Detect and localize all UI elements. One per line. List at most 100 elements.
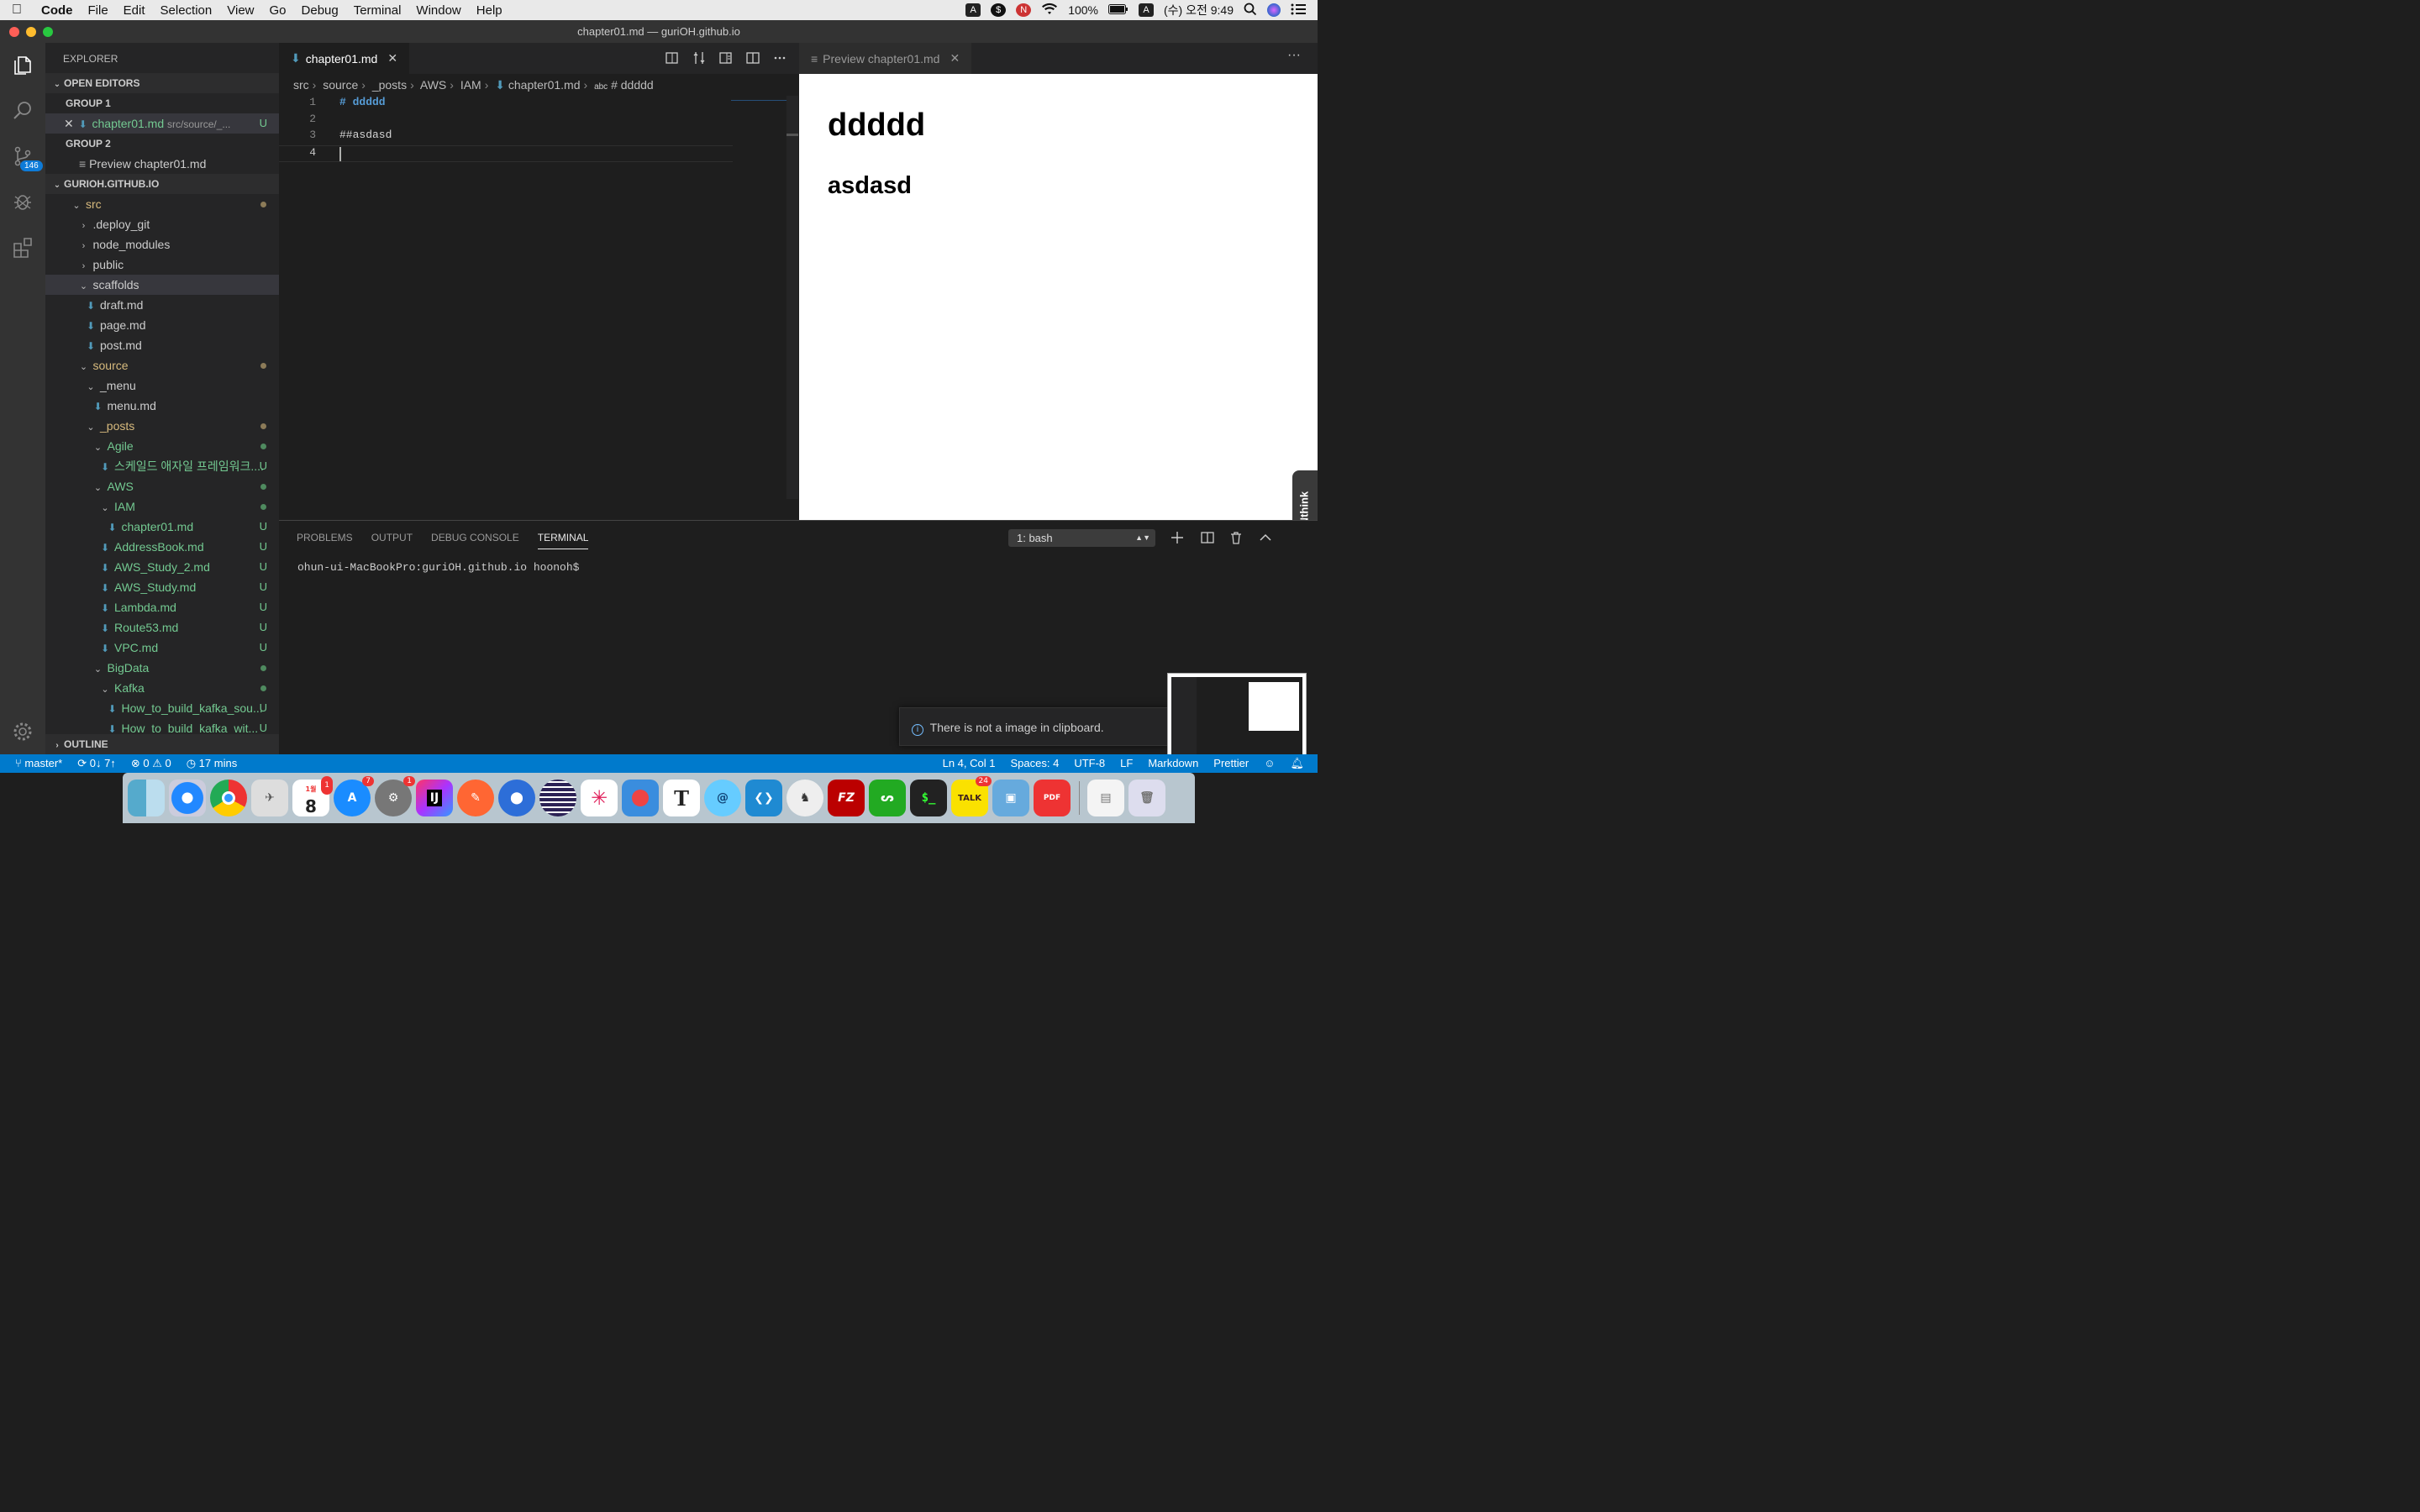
- debug-activity[interactable]: [0, 179, 45, 224]
- workspace-section[interactable]: ⌄ GURIOH.GITHUB.IO: [45, 174, 279, 194]
- intellij-icon[interactable]: IJ: [416, 780, 453, 816]
- file-tree-item[interactable]: ⬇ post.md: [45, 335, 279, 355]
- tab-problems[interactable]: PROBLEMS: [297, 532, 353, 543]
- editor-scrollbar[interactable]: [786, 96, 798, 499]
- menu-go[interactable]: Go: [262, 3, 294, 18]
- file-tree-item[interactable]: ⬇ VPC.md U: [45, 638, 279, 658]
- problems-status[interactable]: ⊗ 0 ⚠ 0: [131, 757, 171, 770]
- file-tree-item[interactable]: ⌄ src: [45, 194, 279, 214]
- outline-section[interactable]: › OUTLINE: [45, 734, 279, 754]
- code-area[interactable]: 1 # ddddd 2 3 ##asdasd 4: [279, 96, 799, 516]
- menubar-clock[interactable]: (수) 오전 9:49: [1164, 2, 1234, 18]
- language-mode[interactable]: Markdown: [1148, 757, 1198, 770]
- notification-toast[interactable]: i There is not a image in clipboard.: [899, 707, 1168, 746]
- open-changes-icon[interactable]: [692, 50, 707, 66]
- tab-debug-console[interactable]: DEBUG CONSOLE: [431, 532, 519, 543]
- menu-debug[interactable]: Debug: [294, 3, 346, 18]
- apple-menu-icon[interactable]: : [0, 3, 34, 18]
- notification-center-icon[interactable]: [1291, 3, 1306, 18]
- tab-terminal[interactable]: TERMINAL: [537, 526, 589, 549]
- wakatime-status[interactable]: ◷ 17 mins: [187, 757, 238, 770]
- extensions-activity[interactable]: [0, 224, 45, 270]
- trash-icon[interactable]: [1228, 530, 1244, 545]
- minimap[interactable]: [731, 96, 786, 101]
- chrome-icon[interactable]: [210, 780, 247, 816]
- file-tree-item[interactable]: ⌄ _menu: [45, 375, 279, 396]
- breadcrumb-item[interactable]: chapter01.md: [508, 78, 581, 92]
- file-tree-item[interactable]: ⌄ BigData: [45, 658, 279, 678]
- paw-icon[interactable]: ✎: [457, 780, 494, 816]
- new-terminal-icon[interactable]: [1170, 530, 1185, 545]
- filezilla-icon[interactable]: FZ: [828, 780, 865, 816]
- file-tree-item[interactable]: ⬇ menu.md: [45, 396, 279, 416]
- file-tree-item[interactable]: › node_modules: [45, 234, 279, 255]
- close-tab-icon[interactable]: ✕: [387, 51, 397, 66]
- indentation[interactable]: Spaces: 4: [1010, 757, 1059, 770]
- ical-icon[interactable]: [622, 780, 659, 816]
- system-preferences-icon[interactable]: ⚙ 1: [375, 776, 415, 816]
- file-tree-item[interactable]: ⬇ 스케일드 애자일 프레임워크.... U: [45, 456, 279, 476]
- settings-activity[interactable]: [0, 709, 45, 754]
- chevron-up-icon[interactable]: [1258, 530, 1273, 545]
- nautilus-icon[interactable]: @: [704, 780, 741, 816]
- file-tree-item[interactable]: ⬇ chapter01.md U: [45, 517, 279, 537]
- close-window-button[interactable]: [9, 27, 19, 37]
- file-tree-item[interactable]: ⬇ page.md: [45, 315, 279, 335]
- location-icon[interactable]: ⬤: [498, 780, 535, 816]
- open-editor-chapter01[interactable]: ✕ ⬇ chapter01.md src/source/_... U: [45, 113, 279, 134]
- app-store-icon[interactable]: A7: [334, 776, 374, 816]
- breadcrumb-item[interactable]: # ddddd: [611, 78, 654, 92]
- open-editors-section[interactable]: ⌄ OPEN EDITORS: [45, 73, 279, 93]
- file-tree-item[interactable]: ⬇ AddressBook.md U: [45, 537, 279, 557]
- close-tab-icon[interactable]: ✕: [950, 51, 960, 66]
- notification-status-icon[interactable]: N: [1016, 3, 1032, 17]
- file-tree-item[interactable]: ⬇ AWS_Study.md U: [45, 577, 279, 597]
- breadcrumb-item[interactable]: AWS: [420, 78, 446, 92]
- sequel-pro-icon[interactable]: ♞: [786, 780, 823, 816]
- finder-icon[interactable]: [128, 780, 165, 816]
- breadcrumb-item[interactable]: source: [323, 78, 358, 92]
- calendar-icon[interactable]: 1월 8 1: [292, 776, 333, 816]
- file-tree-item[interactable]: ⬇ Route53.md U: [45, 617, 279, 638]
- file-tree-item[interactable]: › .deploy_git: [45, 214, 279, 234]
- git-sync-status[interactable]: ⟳ 0↓ 7↑: [77, 757, 116, 770]
- preview-app-icon[interactable]: ✈: [251, 780, 288, 816]
- file-tree-item[interactable]: ⌄ source: [45, 355, 279, 375]
- documents-stack-icon[interactable]: ▤: [1087, 780, 1124, 816]
- eclipse-icon[interactable]: [539, 780, 576, 816]
- wifi-icon[interactable]: [1041, 3, 1058, 18]
- zoom-window-button[interactable]: [43, 27, 53, 37]
- file-tree-item[interactable]: ⌄ scaffolds: [45, 275, 279, 295]
- open-editor-preview[interactable]: ≡ Preview chapter01.md: [45, 154, 279, 174]
- terminal-app-icon[interactable]: $_: [910, 780, 947, 816]
- vscode-icon[interactable]: ❮❯: [745, 780, 782, 816]
- git-branch-status[interactable]: ⑂ master*: [15, 757, 62, 770]
- sourcetree-icon[interactable]: ᔕ: [869, 780, 906, 816]
- end-of-line[interactable]: LF: [1120, 757, 1133, 770]
- file-tree-item[interactable]: ⌄ _posts: [45, 416, 279, 436]
- spotlight-search-icon[interactable]: [1244, 3, 1257, 18]
- terminal-prompt[interactable]: ohun-ui-MacBookPro:guriOH.github.io hoon…: [297, 561, 579, 574]
- file-tree-item[interactable]: ⌄ IAM: [45, 496, 279, 517]
- file-tree-item[interactable]: ⬇ AWS_Study_2.md U: [45, 557, 279, 577]
- source-control-activity[interactable]: 146: [0, 134, 45, 179]
- close-editor-icon[interactable]: ✕: [64, 117, 74, 130]
- more-actions-icon[interactable]: ···: [1287, 48, 1301, 63]
- terminal-select[interactable]: 1: bash ▲▼: [1008, 529, 1155, 547]
- minimize-window-button[interactable]: [26, 27, 36, 37]
- trash-icon[interactable]: 🗑︎: [1128, 780, 1165, 816]
- slack-icon[interactable]: ✳: [581, 780, 618, 816]
- search-activity[interactable]: [0, 88, 45, 134]
- safari-icon[interactable]: [169, 780, 206, 816]
- notifications-bell-icon[interactable]: 🔔︎: [1290, 757, 1304, 770]
- split-terminal-icon[interactable]: [1200, 530, 1215, 545]
- cursor-position[interactable]: Ln 4, Col 1: [943, 757, 996, 770]
- battery-percent[interactable]: 100%: [1068, 3, 1098, 17]
- tab-preview[interactable]: ≡ Preview chapter01.md ✕: [799, 43, 972, 74]
- menu-help[interactable]: Help: [469, 3, 510, 18]
- split-editor-icon[interactable]: [745, 50, 760, 66]
- tab-output[interactable]: OUTPUT: [371, 532, 413, 543]
- open-preview-icon[interactable]: [665, 50, 680, 66]
- menu-terminal[interactable]: Terminal: [346, 3, 409, 18]
- input-source-icon[interactable]: A: [965, 3, 981, 17]
